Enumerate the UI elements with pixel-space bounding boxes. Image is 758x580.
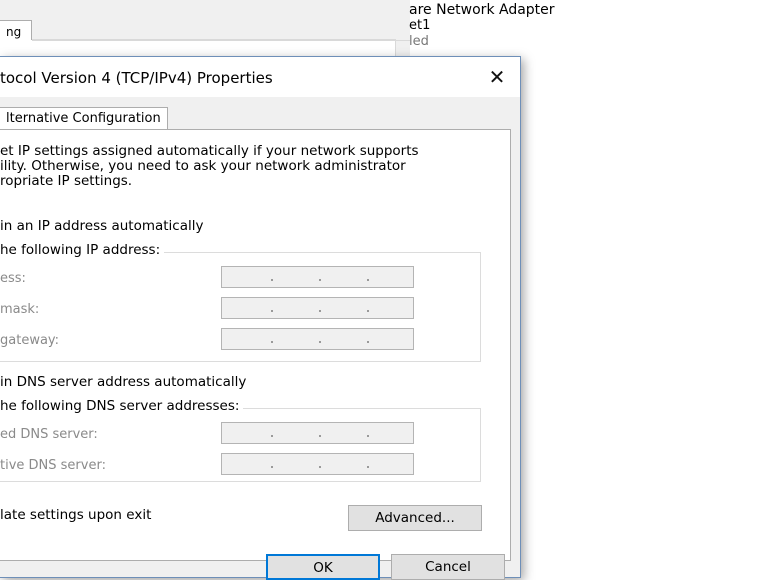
adapter-connection: et1 (409, 18, 431, 33)
advanced-button[interactable]: Advanced... (348, 505, 482, 531)
adapter-info: are Network Adapter et1 led (409, 2, 555, 50)
adapter-name: are Network Adapter (409, 2, 555, 18)
close-icon[interactable]: ✕ (482, 63, 512, 91)
validate-settings-checkbox[interactable]: late settings upon exit (0, 507, 151, 523)
ok-button[interactable]: OK (266, 554, 380, 580)
tcpip-properties-dialog: tocol Version 4 (TCP/IPv4) Properties ✕ … (0, 56, 521, 580)
settings-panel: et IP settings assigned automatically if… (0, 129, 511, 561)
default-gateway-label: gateway: (0, 333, 60, 348)
adapter-status: led (409, 34, 429, 49)
ip-address-field[interactable] (221, 266, 414, 288)
use-following-ip-radio[interactable]: he following IP address: (0, 242, 165, 258)
subnet-mask-field[interactable] (221, 297, 414, 319)
cancel-button[interactable]: Cancel (391, 554, 505, 580)
tab-alternative-configuration[interactable]: lternative Configuration (0, 107, 168, 130)
intro-text: et IP settings assigned automatically if… (0, 143, 419, 189)
default-gateway-field[interactable] (221, 328, 414, 350)
dialog-title: tocol Version 4 (TCP/IPv4) Properties (0, 69, 273, 87)
ip-address-label: ess: (0, 271, 26, 286)
alternate-dns-label: tive DNS server: (0, 458, 106, 473)
use-following-dns-radio[interactable]: he following DNS server addresses: (0, 398, 244, 414)
dialog-titlebar[interactable]: tocol Version 4 (TCP/IPv4) Properties ✕ (0, 57, 520, 97)
background-tab[interactable]: ng (0, 20, 32, 40)
background-tab-divider (32, 40, 410, 41)
alternate-dns-field[interactable] (221, 453, 414, 475)
obtain-dns-auto-radio[interactable]: in DNS server address automatically (0, 374, 246, 390)
preferred-dns-field[interactable] (221, 422, 414, 444)
obtain-ip-auto-radio[interactable]: in an IP address automatically (0, 218, 204, 234)
subnet-mask-label: mask: (0, 302, 40, 317)
preferred-dns-label: ed DNS server: (0, 427, 98, 442)
